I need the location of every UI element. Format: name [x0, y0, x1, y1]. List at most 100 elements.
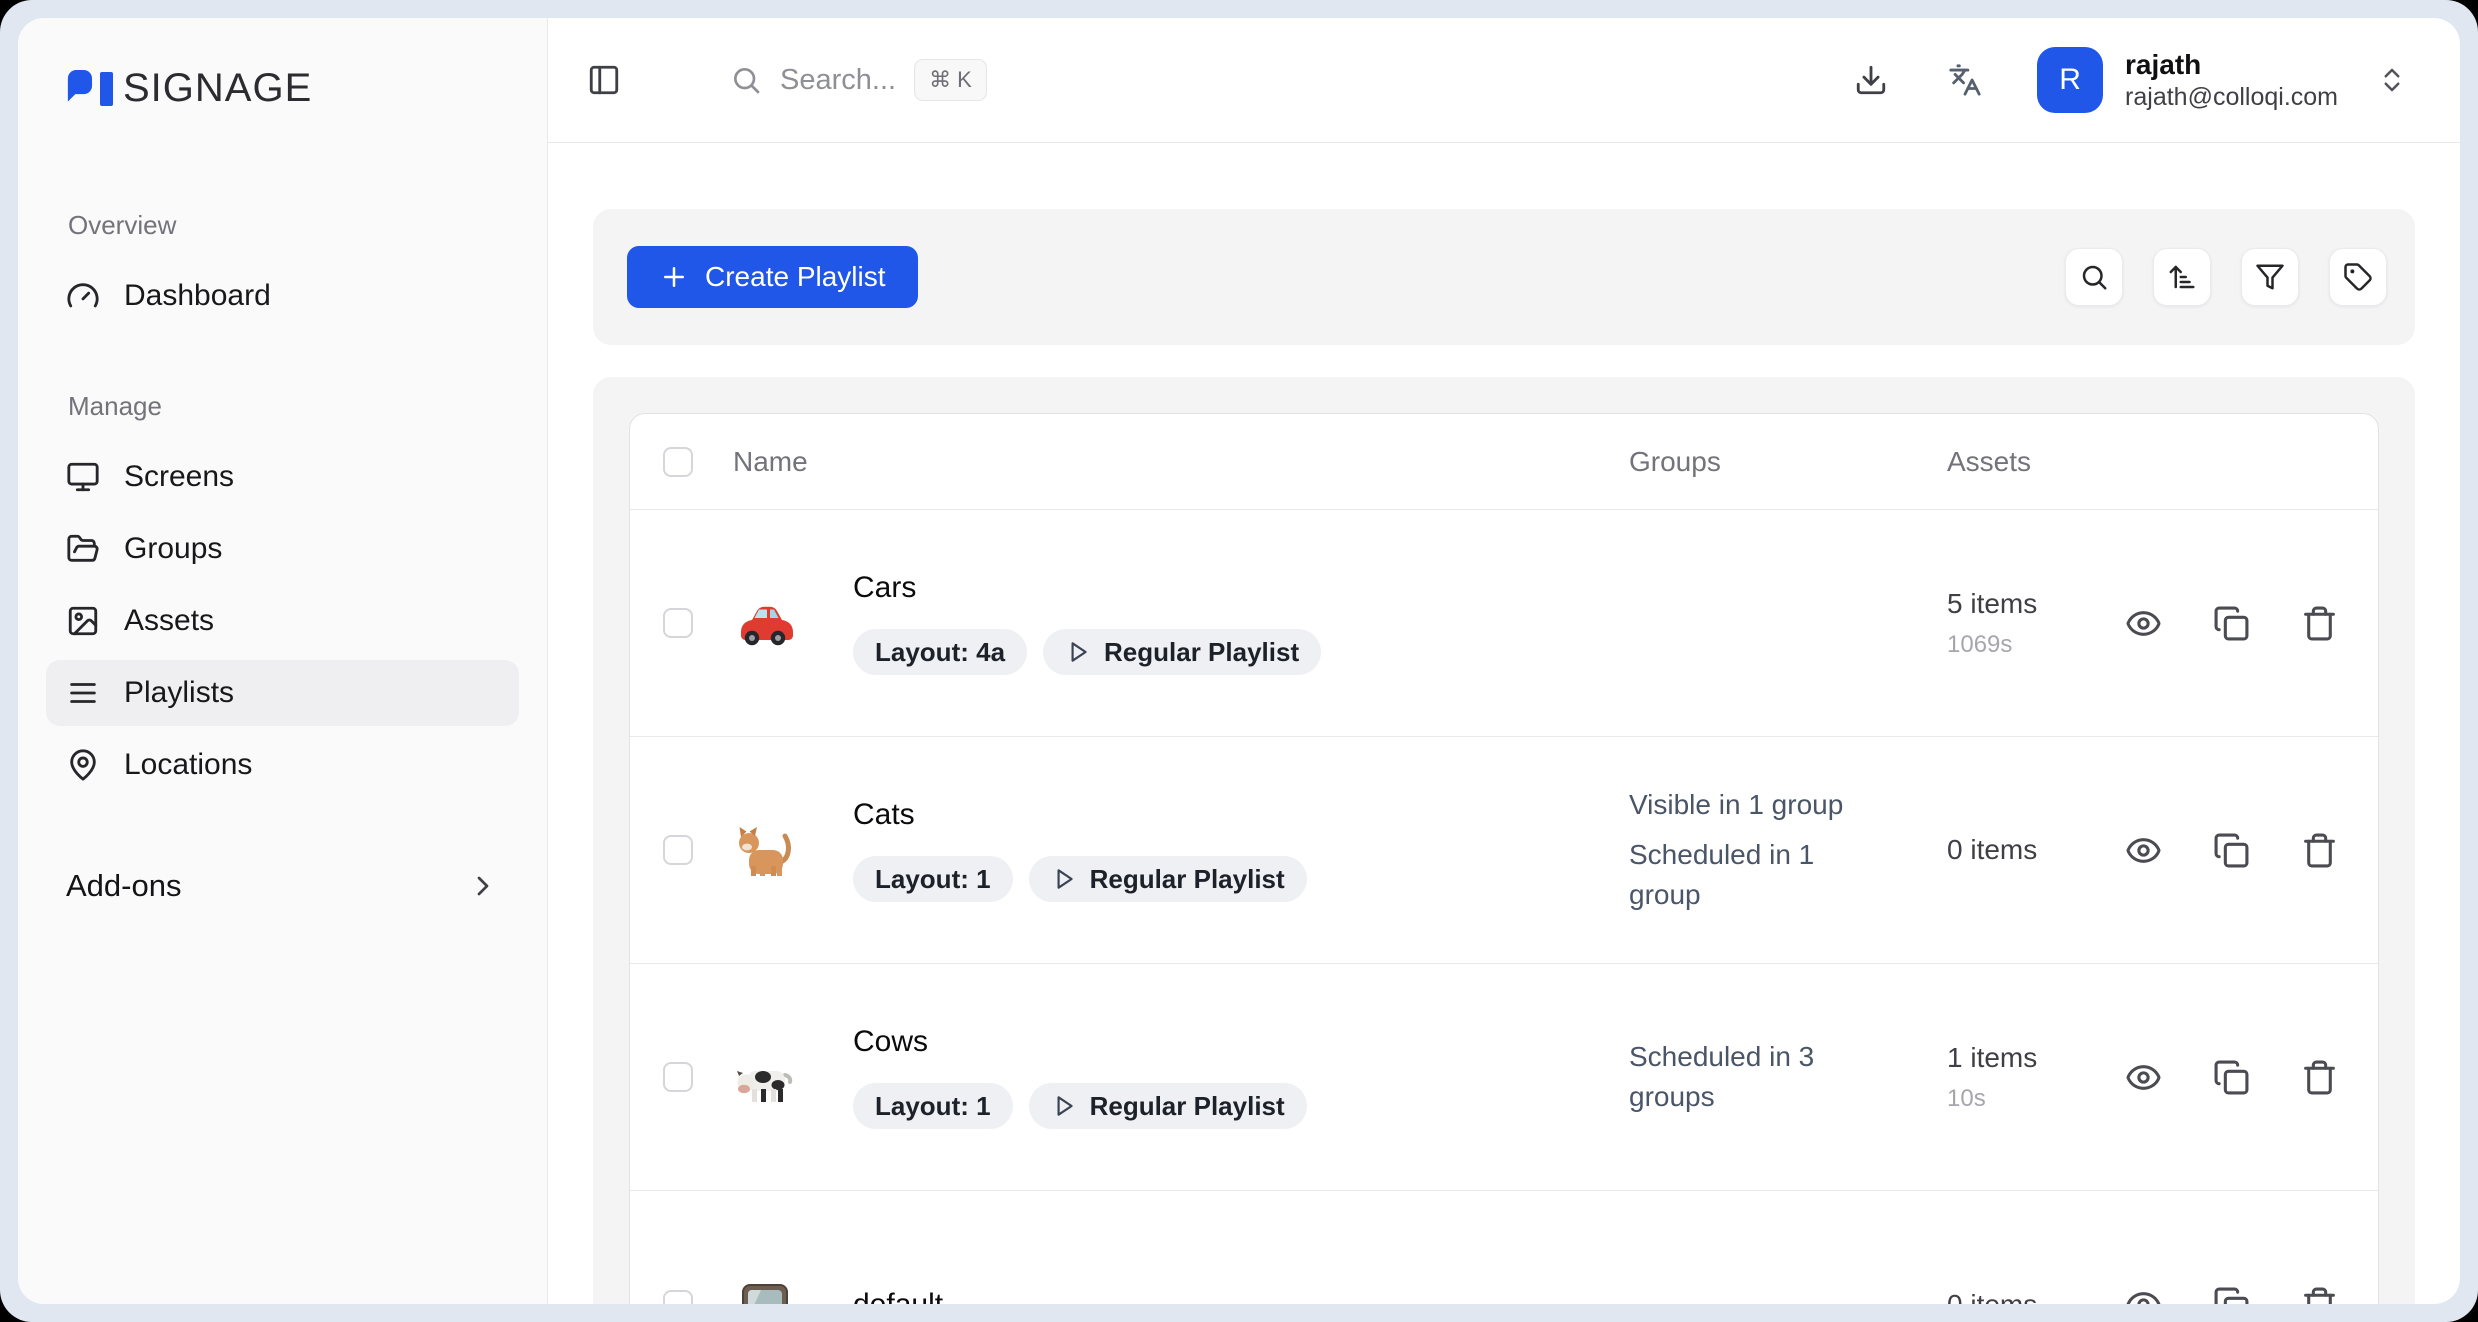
playlist-name: Cats — [853, 798, 1307, 832]
topbar: Search... ⌘ K R rajath rajath@colloqi.co… — [548, 18, 2460, 143]
column-header-groups: Groups — [1629, 446, 1947, 478]
assets-cell: 0 items — [1947, 831, 2123, 869]
group-schedule: Scheduled in 3 groups — [1629, 1037, 1865, 1117]
duplicate-button[interactable] — [2211, 830, 2251, 870]
table-row[interactable]: Cats Layout: 1 Regular Playlist — [630, 737, 2378, 964]
search-playlists-button[interactable] — [2065, 248, 2123, 306]
sidebar-item-dashboard[interactable]: Dashboard — [46, 263, 519, 329]
sidebar-nav: Overview Dashboard Manage Screens Groups… — [18, 210, 547, 804]
duplicate-button[interactable] — [2211, 603, 2251, 643]
assets-count: 5 items — [1947, 585, 2059, 623]
cow-emoji — [733, 1045, 797, 1109]
layout-badge: Layout: 1 — [853, 1083, 1013, 1129]
duplicate-button[interactable] — [2211, 1057, 2251, 1097]
sidebar-toggle-button[interactable] — [578, 54, 630, 106]
playlist-type-badge: Regular Playlist — [1029, 1083, 1307, 1129]
tv-emoji — [733, 1273, 797, 1305]
search-icon — [730, 64, 762, 96]
download-button[interactable] — [1845, 54, 1897, 106]
sidebar-item-playlists[interactable]: Playlists — [46, 660, 519, 726]
table-row[interactable]: default 0 items — [630, 1191, 2378, 1304]
user-email: rajath@colloqi.com — [2125, 82, 2338, 113]
section-label-manage: Manage — [46, 391, 519, 422]
groups-cell: Visible in 1 group Scheduled in 1 group — [1629, 785, 1947, 914]
tag-button[interactable] — [2329, 248, 2387, 306]
main-area: Search... ⌘ K R rajath rajath@colloqi.co… — [548, 18, 2460, 1304]
assets-count: 1 items — [1947, 1039, 2059, 1077]
create-playlist-label: Create Playlist — [705, 261, 886, 293]
group-visibility: Visible in 1 group — [1629, 785, 1865, 825]
panel-left-icon — [587, 63, 621, 97]
sidebar-item-label: Playlists — [124, 676, 234, 710]
preview-button[interactable] — [2123, 1285, 2163, 1305]
copy-icon — [2213, 605, 2250, 642]
sidebar-item-groups[interactable]: Groups — [46, 516, 519, 582]
duplicate-button[interactable] — [2211, 1285, 2251, 1305]
pisignage-logo-icon — [66, 70, 114, 106]
app-window: SIGNAGE Overview Dashboard Manage Screen… — [18, 18, 2460, 1304]
sort-ascending-icon — [2167, 262, 2197, 292]
row-checkbox[interactable] — [663, 1062, 693, 1092]
layout-badge: Layout: 1 — [853, 856, 1013, 902]
assets-cell: 1 items 10s — [1947, 1039, 2123, 1115]
filter-button[interactable] — [2241, 248, 2299, 306]
copy-icon — [2213, 832, 2250, 869]
search-placeholder: Search... — [780, 64, 896, 97]
monitor-icon — [66, 460, 100, 494]
row-actions — [2123, 1285, 2353, 1305]
table-row[interactable]: Cows Layout: 1 Regular Playlist — [630, 964, 2378, 1191]
playlist-name: Cars — [853, 571, 1321, 605]
sidebar-item-locations[interactable]: Locations — [46, 732, 519, 798]
avatar-initial: R — [2059, 63, 2081, 97]
sidebar: SIGNAGE Overview Dashboard Manage Screen… — [18, 18, 548, 1304]
row-checkbox[interactable] — [663, 1290, 693, 1305]
table-row[interactable]: Cars Layout: 4a Regular Playlist — [630, 510, 2378, 737]
sort-button[interactable] — [2153, 248, 2211, 306]
plus-icon — [659, 262, 689, 292]
layout-badge: Layout: 4a — [853, 629, 1027, 675]
row-checkbox[interactable] — [663, 835, 693, 865]
table-header: Name Groups Assets — [630, 414, 2378, 510]
sidebar-item-label: Locations — [124, 748, 252, 782]
search-icon — [2079, 262, 2109, 292]
assets-duration: 10s — [1947, 1083, 2123, 1115]
trash-icon — [2301, 605, 2338, 642]
row-checkbox[interactable] — [663, 608, 693, 638]
avatar[interactable]: R — [2037, 47, 2103, 113]
sidebar-item-label: Dashboard — [124, 279, 271, 313]
chevron-right-icon — [467, 870, 499, 902]
map-pin-icon — [66, 748, 100, 782]
delete-button[interactable] — [2299, 830, 2339, 870]
eye-icon — [2125, 605, 2162, 642]
preview-button[interactable] — [2123, 1057, 2163, 1097]
account-menu-button[interactable] — [2366, 54, 2418, 106]
brand-logo: SIGNAGE — [66, 62, 547, 114]
select-all-checkbox[interactable] — [663, 447, 693, 477]
add-ons-label: Add-ons — [66, 868, 181, 904]
cat-emoji — [733, 818, 797, 882]
sidebar-item-add-ons[interactable]: Add-ons — [66, 868, 499, 904]
language-button[interactable] — [1939, 54, 1991, 106]
delete-button[interactable] — [2299, 1285, 2339, 1305]
create-playlist-button[interactable]: Create Playlist — [627, 246, 918, 308]
preview-button[interactable] — [2123, 830, 2163, 870]
eye-icon — [2125, 1286, 2162, 1304]
list-icon — [66, 676, 100, 710]
assets-duration: 1069s — [1947, 629, 2123, 661]
sidebar-item-label: Assets — [124, 604, 214, 638]
playlist-name: Cows — [853, 1025, 1307, 1059]
preview-button[interactable] — [2123, 603, 2163, 643]
sidebar-item-screens[interactable]: Screens — [46, 444, 519, 510]
topbar-right: R rajath rajath@colloqi.com — [1845, 47, 2418, 113]
tag-icon — [2343, 262, 2373, 292]
sidebar-item-label: Screens — [124, 460, 234, 494]
playlist-toolbar: Create Playlist — [593, 209, 2415, 345]
playlist-name: default — [853, 1288, 943, 1305]
image-icon — [66, 604, 100, 638]
global-search[interactable]: Search... ⌘ K — [730, 59, 987, 101]
delete-button[interactable] — [2299, 603, 2339, 643]
trash-icon — [2301, 1286, 2338, 1304]
car-emoji — [733, 591, 797, 655]
sidebar-item-assets[interactable]: Assets — [46, 588, 519, 654]
delete-button[interactable] — [2299, 1057, 2339, 1097]
